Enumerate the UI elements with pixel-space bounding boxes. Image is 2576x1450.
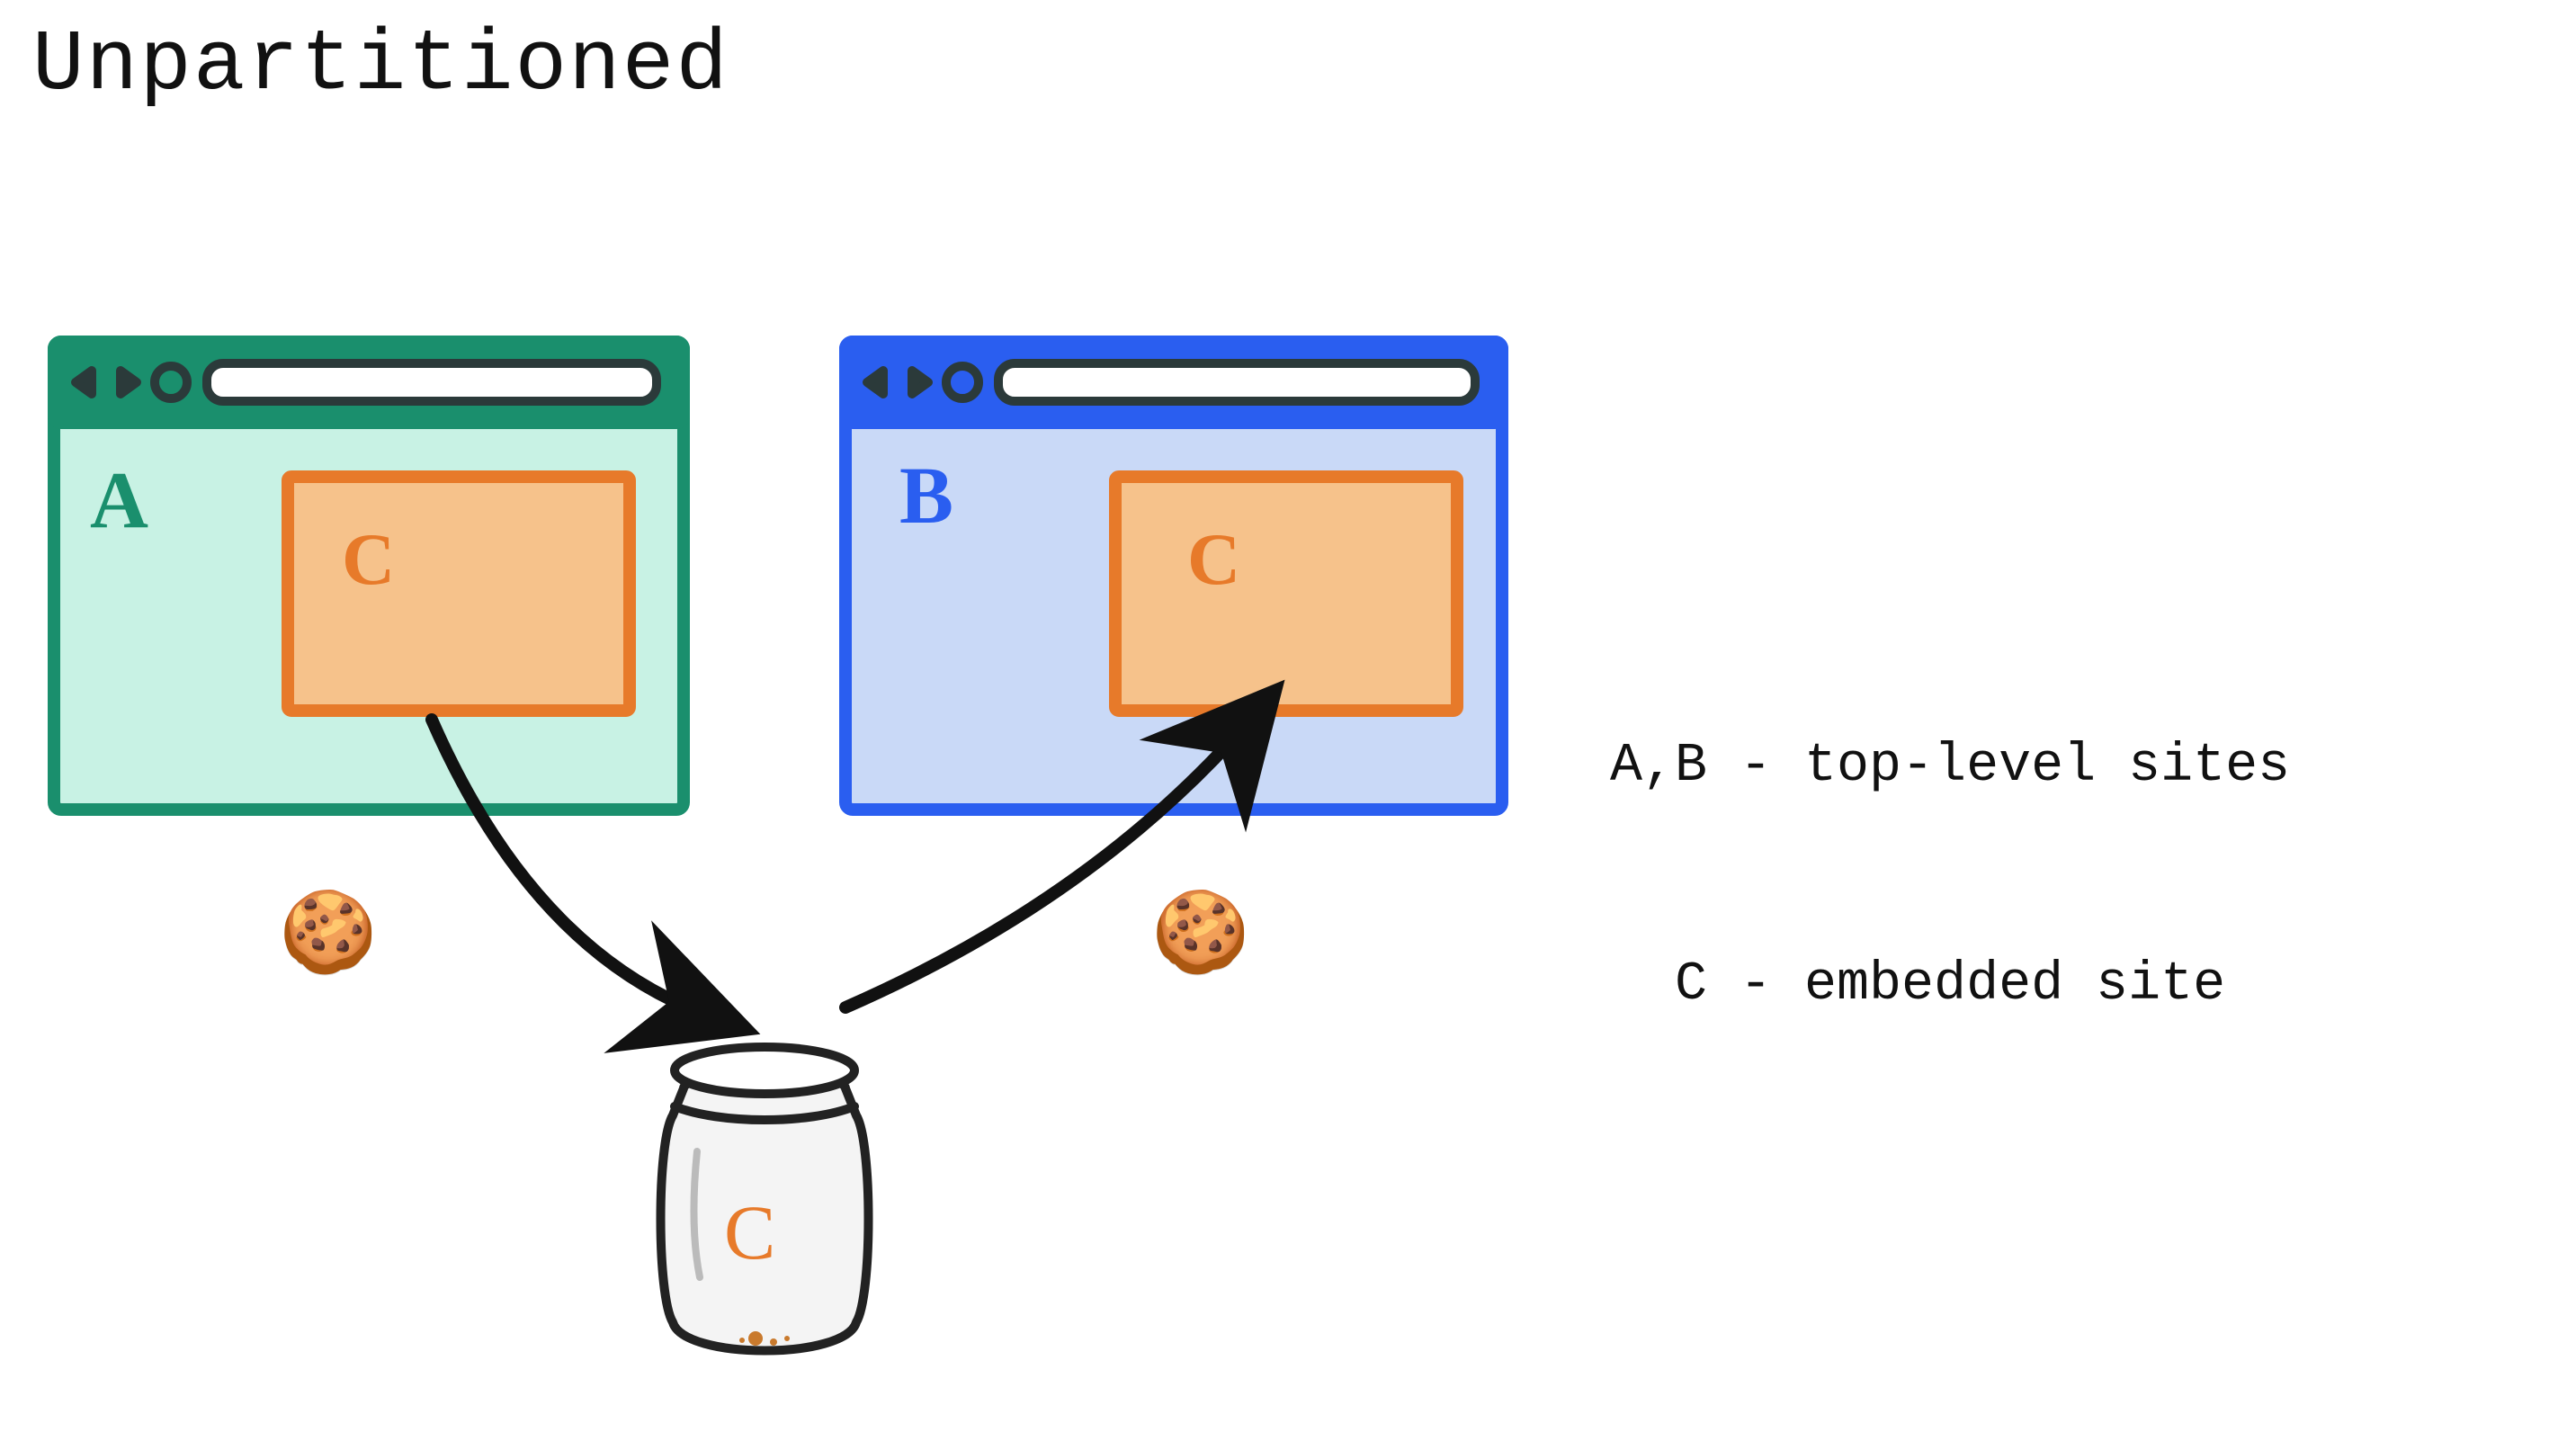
cookie-icon: 🍪 bbox=[279, 900, 378, 979]
legend-line-2: C - embedded site bbox=[1610, 949, 2290, 1022]
legend: A,B - top-level sites C - embedded site bbox=[1610, 585, 2290, 1095]
cookie-icon: 🍪 bbox=[1151, 900, 1250, 979]
arrow-a-to-jar bbox=[432, 720, 711, 1016]
cookie-jar-label: C bbox=[724, 1187, 775, 1277]
legend-line-1: A,B - top-level sites bbox=[1610, 730, 2290, 803]
